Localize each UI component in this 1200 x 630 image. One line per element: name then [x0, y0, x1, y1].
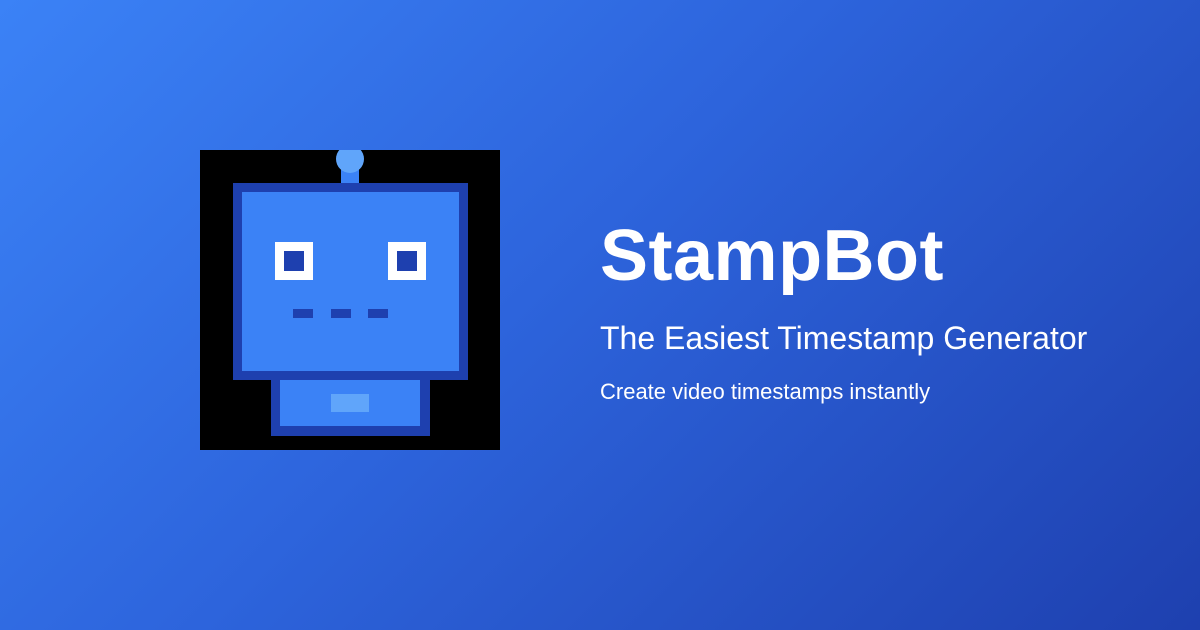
- logo: [200, 150, 500, 450]
- robot-icon: [233, 150, 468, 436]
- brand-name: StampBot: [600, 216, 944, 296]
- robot-face: [242, 192, 459, 371]
- robot-mouth-dash: [331, 309, 351, 318]
- robot-right-pupil: [397, 251, 417, 271]
- robot-mouth-dash: [293, 309, 313, 318]
- brand-subtitle: The Easiest Timestamp Generator: [600, 320, 1088, 356]
- robot-antenna-tip: [336, 150, 364, 173]
- robot-mouth-dash: [368, 309, 388, 318]
- brand-tagline: Create video timestamps instantly: [600, 379, 931, 404]
- robot-left-pupil: [284, 251, 304, 271]
- robot-chest-light: [331, 394, 369, 412]
